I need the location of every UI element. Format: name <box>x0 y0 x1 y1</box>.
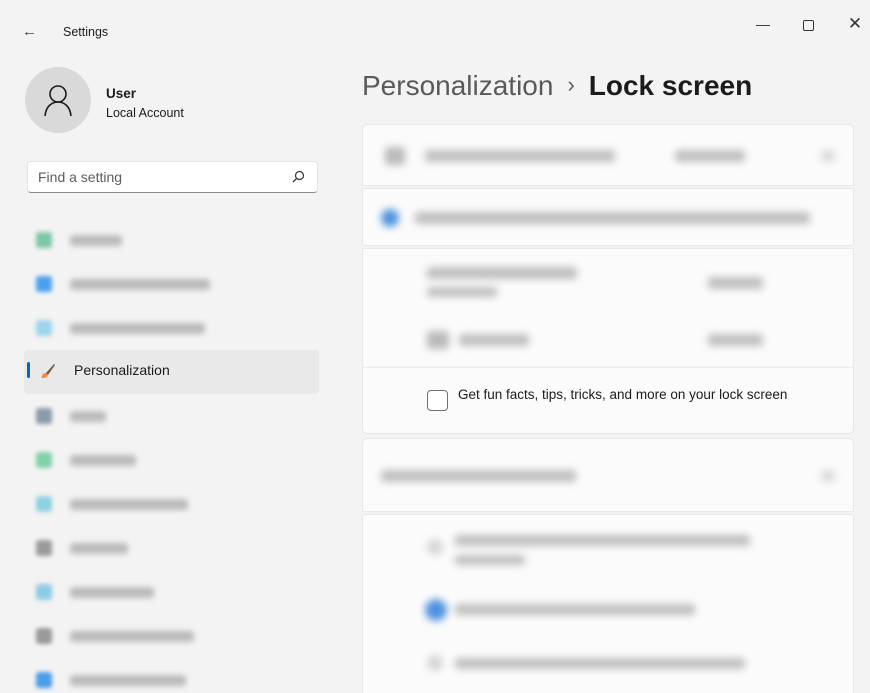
user-name: User <box>106 86 137 101</box>
person-icon <box>44 85 72 117</box>
sidebar-item-time-language[interactable] <box>24 482 319 526</box>
back-arrow-icon: ← <box>22 23 37 40</box>
accessibility-icon <box>36 584 52 600</box>
selection-indicator <box>27 362 30 378</box>
setting-label <box>427 287 497 297</box>
sidebar-item-label <box>70 631 194 642</box>
radio-icon[interactable] <box>427 539 443 555</box>
maximize-icon <box>802 19 814 31</box>
setting-label <box>455 658 745 669</box>
account-type: Local Account <box>106 106 184 120</box>
sidebar-item-label <box>70 587 154 598</box>
network-icon <box>36 320 52 336</box>
sidebar-item-label <box>70 323 205 334</box>
radio-selected-icon[interactable] <box>425 599 447 621</box>
sidebar-item-label <box>70 235 122 246</box>
maximize-button[interactable] <box>788 12 828 36</box>
setting-label <box>427 267 577 279</box>
setting-value-dropdown[interactable] <box>708 334 763 346</box>
lock-screen-status-card[interactable] <box>362 438 854 512</box>
minimize-icon: — <box>756 16 770 32</box>
lock-screen-option-card[interactable] <box>362 188 854 246</box>
title-bar: ← Settings — ✕ <box>0 0 870 64</box>
window-title: Settings <box>63 25 109 39</box>
breadcrumb-parent[interactable]: Personalization <box>362 70 553 101</box>
back-button[interactable]: ← <box>22 22 46 42</box>
sidebar-item-personalization[interactable]: Personalization <box>24 350 319 394</box>
radio-icon[interactable] <box>427 655 443 671</box>
apps-icon <box>36 408 52 424</box>
chevron-down-icon[interactable] <box>821 150 835 162</box>
search-box[interactable] <box>27 161 318 193</box>
close-icon: ✕ <box>847 14 863 33</box>
sidebar-item-apps[interactable] <box>24 394 319 438</box>
lock-screen-suboptions-card <box>362 248 854 366</box>
setting-label <box>459 334 529 346</box>
lock-screen-tips-row: Get fun facts, tips, tricks, and more on… <box>362 367 854 434</box>
sidebar-item-label <box>70 455 136 466</box>
search-input[interactable] <box>38 169 278 185</box>
bluetooth-icon <box>36 276 52 292</box>
sidebar-item-windows-update[interactable] <box>24 658 319 693</box>
breadcrumb: Personalization › Lock screen <box>362 70 752 102</box>
setting-icon <box>427 331 449 349</box>
brush-icon <box>41 364 55 378</box>
setting-value-dropdown[interactable] <box>708 277 763 289</box>
setting-label <box>455 555 525 565</box>
chevron-up-icon[interactable] <box>821 470 835 482</box>
sidebar-item-accessibility[interactable] <box>24 570 319 614</box>
sidebar-nav: Personalization <box>24 218 319 693</box>
setting-label <box>455 535 750 546</box>
gaming-icon <box>36 540 52 556</box>
picture-icon <box>385 147 405 165</box>
home-icon <box>36 232 52 248</box>
setting-label <box>415 212 810 224</box>
minimize-button[interactable]: — <box>743 12 783 36</box>
sidebar-item-label <box>70 279 210 290</box>
sidebar-item-system[interactable] <box>24 218 319 262</box>
sidebar-item-label <box>70 675 186 686</box>
lock-screen-expanded-options <box>362 514 854 693</box>
sidebar-item-label <box>70 499 188 510</box>
sidebar-item-accounts[interactable] <box>24 438 319 482</box>
sidebar-item-gaming[interactable] <box>24 526 319 570</box>
search-icon[interactable] <box>290 169 306 185</box>
accounts-icon <box>36 452 52 468</box>
sidebar-item-network[interactable] <box>24 306 319 350</box>
close-button[interactable]: ✕ <box>835 12 870 36</box>
setting-value-dropdown[interactable] <box>675 150 745 162</box>
chevron-right-icon: › <box>567 72 575 97</box>
tips-checkbox-label[interactable]: Get fun facts, tips, tricks, and more on… <box>458 386 818 404</box>
setting-label <box>381 470 576 482</box>
sidebar-item-label: Personalization <box>74 362 170 378</box>
sidebar-item-label <box>70 543 128 554</box>
windows-update-icon <box>36 672 52 688</box>
sidebar-item-bluetooth[interactable] <box>24 262 319 306</box>
avatar[interactable] <box>25 67 91 133</box>
personalize-lock-screen-card[interactable] <box>362 124 854 186</box>
tips-checkbox[interactable] <box>427 390 448 411</box>
setting-label <box>425 150 615 162</box>
radio-icon[interactable] <box>381 209 399 227</box>
privacy-icon <box>36 628 52 644</box>
page-title: Lock screen <box>588 70 753 101</box>
sidebar-item-label <box>70 411 106 422</box>
setting-label <box>455 604 695 615</box>
time-language-icon <box>36 496 52 512</box>
sidebar-item-privacy[interactable] <box>24 614 319 658</box>
